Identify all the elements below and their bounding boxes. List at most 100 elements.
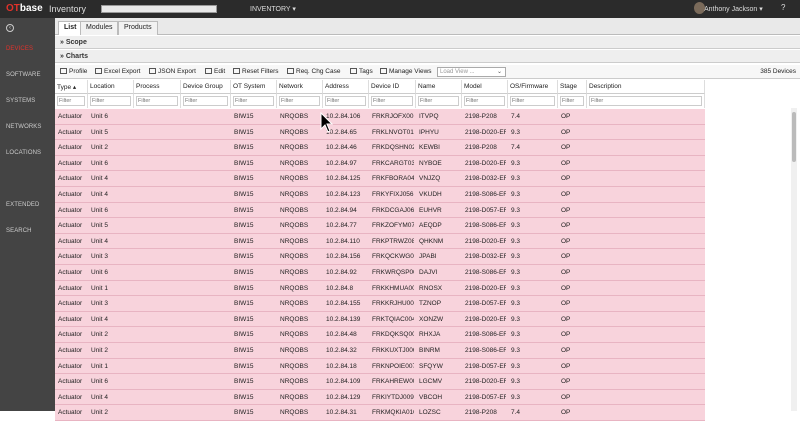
sidebar-item-networks[interactable]: NETWORKS	[6, 124, 41, 130]
table-row[interactable]: Actuator Unit 5 BIW15 NRQOBS 10.2.84.77 FRKZO…	[55, 218, 705, 234]
table-cell: QHKNM	[419, 237, 444, 245]
column-filter-input[interactable]	[57, 96, 85, 106]
table-cell: FRKQCKWG090	[372, 253, 414, 261]
tab-list[interactable]: List	[58, 21, 83, 35]
column-filter-input[interactable]	[464, 96, 505, 106]
column-filter-cell	[587, 94, 705, 108]
column-filter-input[interactable]	[136, 96, 178, 106]
table-row[interactable]: Actuator Unit 2 BIW15 NRQOBS 10.2.84.32 FRKKU…	[55, 343, 705, 359]
load-view-select[interactable]: Load View ... ⌄	[437, 67, 506, 77]
table-cell: OP	[561, 315, 571, 323]
table-cell: OP	[561, 222, 571, 230]
table-row[interactable]: Actuator Unit 4 BIW15 NRQOBS 10.2.84.110 FRKP…	[55, 233, 705, 250]
scope-section[interactable]: » Scope	[55, 36, 800, 49]
tab-products[interactable]: Products	[118, 21, 158, 35]
column-header-device-id[interactable]: Device ID	[369, 80, 416, 94]
table-row[interactable]: Actuator Unit 2 BIW15 NRQOBS 10.2.84.31 FRKMQ…	[55, 405, 705, 421]
table-row[interactable]: Actuator Unit 4 BIW15 NRQOBS 10.2.84.123 FRKY…	[55, 187, 705, 203]
column-filter-input[interactable]	[325, 96, 366, 106]
column-filter-input[interactable]	[510, 96, 555, 106]
table-row[interactable]: Actuator Unit 2 BIW15 NRQOBS 10.2.84.48 FRKDQ…	[55, 327, 705, 343]
charts-section[interactable]: » Charts	[55, 50, 800, 63]
back-icon[interactable]: ‹	[6, 24, 14, 32]
module-menu[interactable]: INVENTORY ▾	[250, 5, 296, 13]
manage-views-button[interactable]: Manage Views	[380, 68, 432, 75]
column-header-location[interactable]: Location	[88, 80, 134, 94]
profile-button[interactable]: Profile	[60, 68, 87, 75]
column-filter-input[interactable]	[183, 96, 228, 106]
table-row[interactable]: Actuator Unit 6 BIW15 NRQOBS 10.2.84.109 FRKA…	[55, 374, 705, 390]
column-header-ot-system[interactable]: OT System	[231, 80, 277, 94]
column-filter-input[interactable]	[371, 96, 413, 106]
table-row[interactable]: Actuator Unit 6 BIW15 NRQOBS 10.2.84.94 FRKDC…	[55, 202, 705, 219]
table-row[interactable]: Actuator Unit 2 BIW15 NRQOBS 10.2.84.46 FRKDQ…	[55, 140, 705, 156]
table-cell: Unit 3	[91, 253, 108, 261]
table-cell: BINRM	[419, 347, 440, 354]
excel-icon	[95, 68, 102, 74]
table-cell: NRQOBS	[280, 191, 309, 198]
sidebar-item-locations[interactable]: LOCATIONS	[6, 150, 41, 156]
table-cell: 2198-D032-ERS	[465, 253, 506, 261]
column-header-type[interactable]: Type ▴	[55, 80, 88, 94]
column-filter-input[interactable]	[233, 96, 274, 106]
user-menu[interactable]: Anthony Jackson ▾	[694, 2, 763, 14]
table-cell: FRKKHMUA002	[372, 284, 414, 292]
column-filter-cell	[231, 94, 277, 108]
table-cell: Actuator	[58, 284, 83, 292]
table-row[interactable]: Actuator Unit 1 BIW15 NRQOBS 10.2.84.18 FRKNP…	[55, 358, 705, 375]
table-cell: NRQOBS	[280, 393, 309, 401]
table-cell: NRQOBS	[280, 113, 309, 120]
tab-modules[interactable]: Modules	[80, 21, 119, 35]
table-row[interactable]: Actuator Unit 4 BIW15 NRQOBS 10.2.84.139 FRKT…	[55, 311, 705, 328]
table-cell: Unit 4	[91, 237, 108, 245]
column-filter-input[interactable]	[90, 96, 131, 106]
table-cell: AEQDP	[419, 222, 442, 230]
otbase-logo[interactable]: OTbase	[6, 3, 43, 14]
column-filter-input[interactable]	[589, 96, 702, 106]
sidebar-item-extended[interactable]: EXTENDED	[6, 202, 39, 208]
json-export-button[interactable]: JSON Export	[149, 68, 196, 75]
table-row[interactable]: Actuator Unit 1 BIW15 NRQOBS 10.2.84.8 FRKKHM…	[55, 280, 705, 297]
table-row[interactable]: Actuator Unit 6 BIW15 NRQOBS 10.2.84.97 FRKCA…	[55, 155, 705, 172]
column-header-name[interactable]: Name	[416, 80, 462, 94]
column-header-description[interactable]: Description	[587, 80, 705, 94]
sidebar-item-systems[interactable]: SYSTEMS	[6, 98, 35, 104]
table-row[interactable]: Actuator Unit 4 BIW15 NRQOBS 10.2.84.125 FRKF…	[55, 171, 705, 187]
table-row[interactable]: Actuator Unit 6 BIW15 NRQOBS 10.2.84.92 FRKWR…	[55, 265, 705, 281]
table-cell: 10.2.84.110	[326, 237, 360, 245]
table-row[interactable]: Actuator Unit 6 BIW15 NRQOBS 10.2.84.106 FRKR…	[55, 109, 705, 125]
scroll-thumb[interactable]	[792, 112, 796, 162]
column-header-address[interactable]: Address	[323, 80, 369, 94]
table-row[interactable]: Actuator Unit 4 BIW15 NRQOBS 10.2.84.129 FRKI…	[55, 389, 705, 406]
column-header-model[interactable]: Model	[462, 80, 508, 94]
sidebar-item-devices[interactable]: DEVICES	[6, 46, 33, 52]
vertical-scrollbar[interactable]	[791, 108, 797, 411]
column-filter-input[interactable]	[560, 96, 584, 106]
req-chg-case-button[interactable]: Req. Chg Case	[287, 68, 340, 75]
column-header-process[interactable]: Process	[134, 80, 181, 94]
table-cell: 9.3	[511, 347, 521, 354]
table-cell: OP	[561, 362, 571, 370]
table-cell: 10.2.84.156	[326, 253, 361, 261]
edit-button[interactable]: Edit	[205, 68, 225, 75]
excel-export-button[interactable]: Excel Export	[95, 68, 141, 75]
column-filter-input[interactable]	[418, 96, 459, 106]
table-row[interactable]: Actuator Unit 5 BIW15 NRQOBS 10.2.84.65 FRKLN…	[55, 124, 705, 141]
table-row[interactable]: Actuator Unit 3 BIW15 NRQOBS 10.2.84.156 FRKQ…	[55, 249, 705, 265]
column-filter-input[interactable]	[279, 96, 320, 106]
sidebar-item-search[interactable]: SEARCH	[6, 228, 32, 234]
column-header-stage[interactable]: Stage	[558, 80, 587, 94]
table-row[interactable]: Actuator Unit 3 BIW15 NRQOBS 10.2.84.155 FRKK…	[55, 296, 705, 312]
table-cell: 2198-P208	[465, 113, 497, 120]
global-search-input[interactable]	[101, 5, 217, 13]
column-header-device-group[interactable]: Device Group	[181, 80, 231, 94]
help-icon[interactable]: ?	[781, 3, 785, 12]
table-cell: VKUDH	[419, 191, 442, 198]
reset-filters-button[interactable]: Reset Filters	[233, 68, 278, 75]
column-header-os-firmware[interactable]: OS/Firmware	[508, 80, 558, 94]
column-header-network[interactable]: Network	[277, 80, 323, 94]
table-cell: FRKNPOIE007	[372, 362, 414, 370]
sidebar-item-software[interactable]: SOFTWARE	[6, 72, 41, 78]
tags-button[interactable]: Tags	[350, 68, 373, 75]
table-cell: NRQOBS	[280, 159, 309, 167]
